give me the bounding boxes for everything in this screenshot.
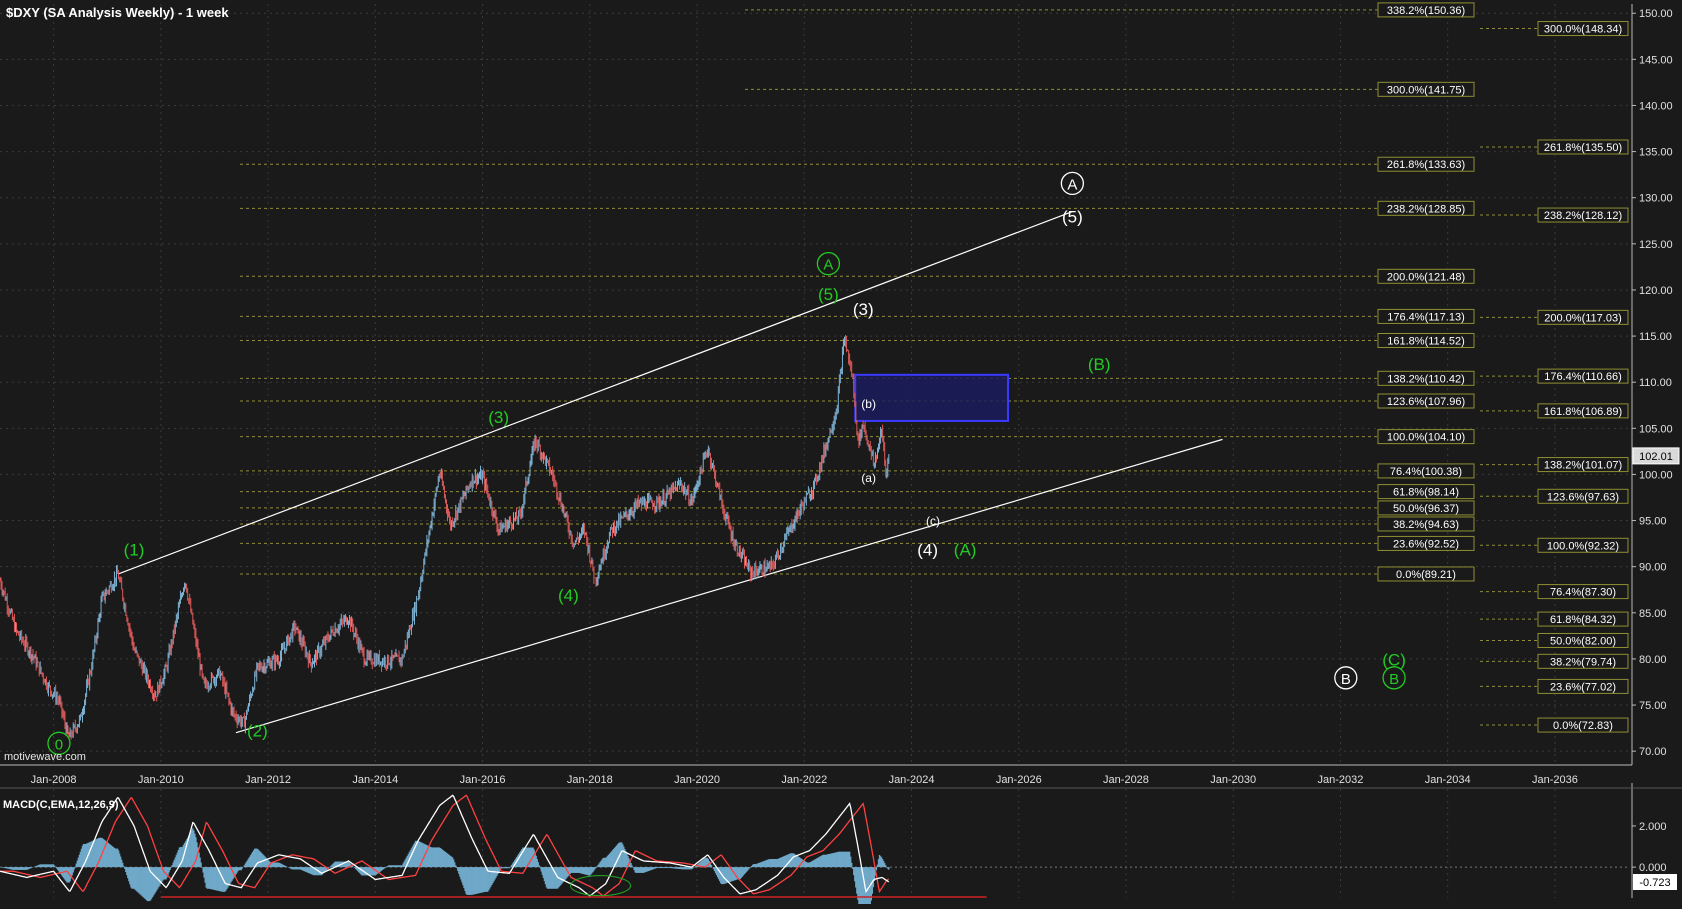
dxy-chart[interactable]: 338.2%(150.36) 300.0%(141.75) 261.8%(133.6…	[0, 0, 1682, 909]
left-fib-level-label: 138.2%(110.42)	[1387, 373, 1464, 385]
right-fib-level-label: 0.0%(72.83)	[1553, 720, 1613, 732]
left-fib-level-label: 0.0%(89.21)	[1396, 569, 1456, 581]
left-fib-level-label: 238.2%(128.85)	[1387, 203, 1465, 215]
right-fib-level-label: 23.6%(77.02)	[1550, 681, 1616, 693]
right-fib-level-label: 300.0%(148.34)	[1544, 24, 1622, 36]
x-tick-label: Jan-2026	[996, 774, 1042, 786]
wave-label: (a)	[861, 471, 876, 485]
target-box-layer	[854, 373, 1010, 422]
x-tick-label: Jan-2014	[352, 774, 398, 786]
left-fib-level-label: 176.4%(117.13)	[1387, 311, 1464, 323]
x-tick-label: Jan-2024	[889, 774, 935, 786]
right-fib-level-label: 176.4%(110.66)	[1544, 371, 1621, 383]
y-tick-label: 115.00	[1639, 331, 1672, 343]
y-tick-label: 140.00	[1639, 100, 1673, 112]
macd-last-value-label: -0.723	[1639, 877, 1670, 889]
wave-label: (3)	[853, 300, 874, 319]
x-tick-label: Jan-2032	[1318, 774, 1364, 786]
wave-label: (b)	[861, 397, 876, 411]
left-fib-level-label: 23.6%(92.52)	[1393, 538, 1459, 550]
right-fib-level-label: 50.0%(82.00)	[1550, 635, 1616, 647]
right-fib-level-label: 238.2%(128.12)	[1544, 210, 1622, 222]
wave-label: B	[1389, 671, 1399, 688]
left-fib-level-label: 338.2%(150.36)	[1387, 5, 1465, 17]
wave-label: (5)	[1062, 208, 1083, 227]
wave-label: (4)	[917, 541, 938, 560]
y-tick-label: 105.00	[1639, 423, 1673, 435]
y-tick-label: 135.00	[1639, 147, 1673, 159]
x-tick-label: Jan-2030	[1210, 774, 1256, 786]
y-tick-label: 95.00	[1639, 516, 1667, 528]
y-tick-label: 80.00	[1639, 654, 1667, 666]
wave-label: (1)	[124, 541, 145, 560]
right-fib-level-label: 100.0%(92.32)	[1547, 540, 1619, 552]
right-fib-level-label: 200.0%(117.03)	[1544, 312, 1621, 324]
x-tick-label: Jan-2016	[460, 774, 506, 786]
right-fib-level-label: 61.8%(84.32)	[1550, 614, 1616, 626]
wave-label: (A)	[954, 541, 977, 560]
left-fib-level-label: 76.4%(100.38)	[1390, 466, 1462, 478]
last-price-label: 102.01	[1639, 451, 1673, 463]
wave-label: (4)	[558, 586, 579, 605]
left-fib-level-label: 300.0%(141.75)	[1387, 84, 1465, 96]
y-tick-label: 150.00	[1639, 8, 1673, 20]
left-fib-level-label: 61.8%(98.14)	[1393, 487, 1459, 499]
right-fib-level-label: 123.6%(97.63)	[1547, 491, 1619, 503]
wave-label: (B)	[1088, 355, 1111, 374]
wave-label: (2)	[247, 721, 268, 740]
chart-background	[0, 0, 1682, 904]
y-tick-label: 100.00	[1639, 469, 1673, 481]
right-fib-level-label: 38.2%(79.74)	[1550, 656, 1616, 668]
wave-label: (5)	[818, 285, 839, 304]
macd-tick-label: 0.000	[1639, 862, 1667, 874]
x-tick-label: Jan-2022	[781, 774, 827, 786]
macd-tick-label: 2.000	[1639, 821, 1667, 833]
x-tick-label: Jan-2028	[1103, 774, 1149, 786]
left-fib-level-label: 38.2%(94.63)	[1393, 519, 1459, 531]
y-tick-label: 90.00	[1639, 562, 1667, 574]
wave-label: (c)	[926, 514, 940, 528]
wave-label: A	[1067, 176, 1077, 193]
left-fib-level-label: 123.6%(107.96)	[1387, 396, 1465, 408]
x-tick-label: Jan-2018	[567, 774, 613, 786]
y-tick-label: 145.00	[1639, 54, 1673, 66]
left-fib-level-label: 161.8%(114.52)	[1387, 336, 1464, 348]
watermark: motivewave.com	[4, 751, 86, 763]
y-tick-label: 70.00	[1639, 746, 1667, 758]
wave-label: (3)	[488, 408, 509, 427]
y-tick-label: 85.00	[1639, 608, 1667, 620]
left-fib-level-label: 261.8%(133.63)	[1387, 159, 1465, 171]
y-tick-label: 75.00	[1639, 700, 1667, 712]
x-tick-label: Jan-2010	[138, 774, 184, 786]
y-tick-label: 125.00	[1639, 239, 1673, 251]
wave-label: B	[1341, 671, 1351, 688]
right-fib-level-label: 76.4%(87.30)	[1550, 587, 1616, 599]
y-tick-label: 120.00	[1639, 285, 1673, 297]
x-tick-label: Jan-2020	[674, 774, 720, 786]
right-fib-level-label: 138.2%(101.07)	[1544, 460, 1622, 472]
left-fib-level-label: 50.0%(96.37)	[1393, 503, 1459, 515]
x-tick-label: Jan-2034	[1425, 774, 1471, 786]
left-fib-level-label: 200.0%(121.48)	[1387, 271, 1465, 283]
y-tick-label: 110.00	[1639, 377, 1672, 389]
y-tick-label: 130.00	[1639, 193, 1673, 205]
right-fib-level-label: 161.8%(106.89)	[1544, 406, 1622, 418]
chart-window: 338.2%(150.36) 300.0%(141.75) 261.8%(133.6…	[0, 0, 1682, 909]
right-fib-level-label: 261.8%(135.50)	[1544, 142, 1622, 154]
wave-label: A	[823, 257, 833, 274]
chart-title: $DXY (SA Analysis Weekly) - 1 week	[6, 5, 229, 20]
x-tick-label: Jan-2008	[31, 774, 77, 786]
left-fib-level-label: 100.0%(104.10)	[1387, 432, 1465, 444]
x-tick-label: Jan-2036	[1532, 774, 1578, 786]
x-tick-label: Jan-2012	[245, 774, 291, 786]
target-box	[854, 373, 1010, 422]
macd-label: MACD(C,EMA,12,26,9)	[3, 799, 119, 811]
